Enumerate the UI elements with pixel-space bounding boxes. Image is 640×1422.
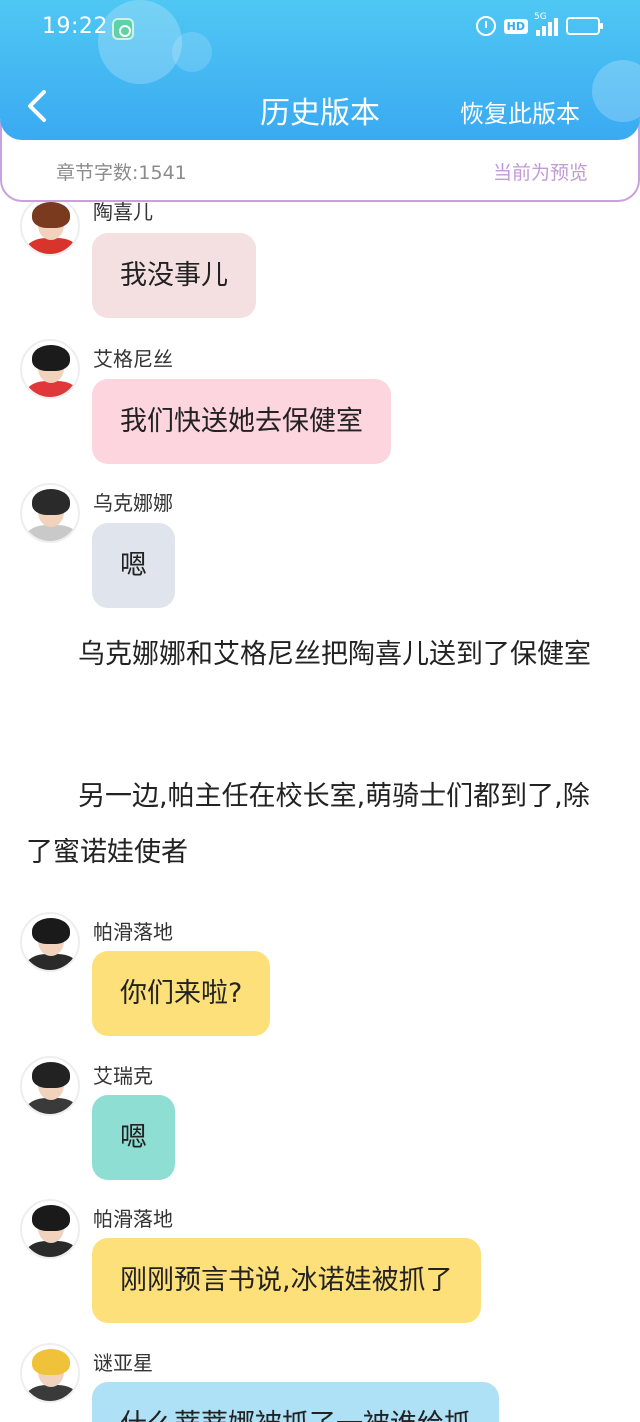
message-bubble: 我没事儿 [92,233,256,318]
page: 19:22 HD 5G 历史版本 恢复此版本 章节字数:1541 当前为预览 陶… [0,0,640,1422]
header: 19:22 HD 5G 历史版本 恢复此版本 [0,0,640,140]
status-bar: 19:22 HD 5G [0,0,640,56]
alarm-icon [475,16,496,36]
restore-version-button[interactable]: 恢复此版本 [460,94,580,129]
speaker-name: 乌克娜娜 [93,491,173,515]
avatar[interactable] [20,196,80,256]
hd-icon: HD [503,18,528,34]
message-bubble: 什么蒂蒂娜被抓了一被谁给抓 [92,1382,499,1422]
speaker-name: 艾格尼丝 [93,347,173,371]
message-bubble: 刚刚预言书说,冰诺娃被抓了 [92,1238,481,1323]
message-bubble: 嗯 [92,1095,175,1180]
message-bubble: 嗯 [92,523,175,608]
app-notification-icon [112,18,134,40]
word-count: 章节字数:1541 [56,162,187,184]
status-time: 19:22 [42,14,108,39]
preview-status: 当前为预览 [492,162,588,184]
speaker-name: 帕滑落地 [93,920,173,944]
avatar[interactable] [20,1056,80,1116]
message-bubble: 你们来啦? [92,951,271,1036]
network-label: 5G [534,12,547,22]
signal-icon: 5G [534,12,558,36]
chapter-content: 陶喜儿 我没事儿 艾格尼丝 我们快送她去保健室 乌克娜娜 嗯 乌克娜娜和艾格尼丝… [0,196,640,1422]
avatar[interactable] [20,912,80,972]
speaker-name: 帕滑落地 [93,1207,173,1231]
avatar[interactable] [20,1199,80,1259]
avatar[interactable] [20,339,80,399]
avatar[interactable] [20,483,80,543]
avatar[interactable] [20,1343,80,1403]
status-icons: HD 5G [475,12,603,36]
message-bubble: 我们快送她去保健室 [92,379,391,464]
narration-paragraph: 乌克娜娜和艾格尼丝把陶喜儿送到了保健室 [78,639,591,670]
nav-bar: 历史版本 恢复此版本 [0,76,640,136]
battery-icon [566,17,603,35]
narration-paragraph: 另一边,帕主任在校长室,萌骑士们都到了,除了蜜诺娃使者 [26,781,590,868]
speaker-name: 谜亚星 [93,1351,153,1375]
speaker-name: 艾瑞克 [93,1064,153,1088]
